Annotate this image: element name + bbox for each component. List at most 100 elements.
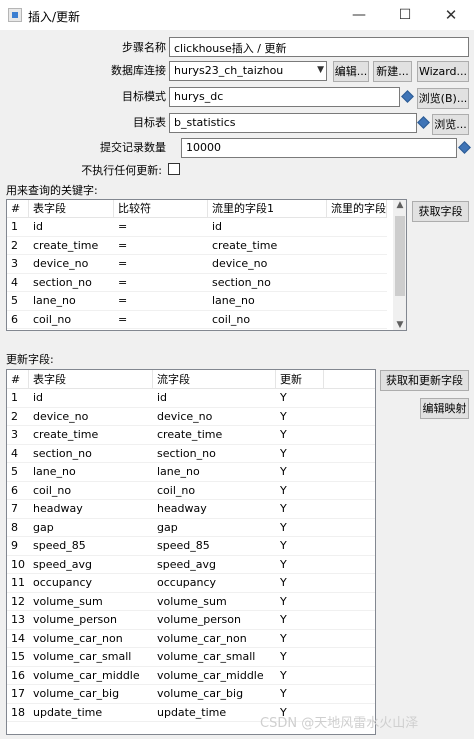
keys-row-cell[interactable]: device_no (208, 255, 327, 274)
update-row-cell[interactable]: update_time (29, 704, 153, 723)
keys-row-cell[interactable]: device_no (29, 255, 114, 274)
update-row-cell[interactable]: device_no (153, 408, 276, 427)
update-row-cell[interactable]: volume_car_non (153, 630, 276, 649)
update-row-cell[interactable]: Y (276, 574, 324, 593)
update-row-cell[interactable]: id (153, 389, 276, 408)
update-row-cell[interactable] (324, 482, 375, 501)
update-row-cell[interactable]: volume_car_small (29, 648, 153, 667)
update-row-cell[interactable]: Y (276, 463, 324, 482)
keys-row-cell[interactable] (327, 274, 387, 293)
update-row-cell[interactable]: Y (276, 500, 324, 519)
update-row-cell[interactable]: volume_sum (153, 593, 276, 612)
update-row-cell[interactable]: Y (276, 537, 324, 556)
target-schema-input[interactable]: hurys_dc (169, 87, 400, 107)
keys-row-cell[interactable]: id (208, 218, 327, 237)
update-row-cell[interactable]: speed_avg (29, 556, 153, 575)
update-row-cell[interactable]: Y (276, 389, 324, 408)
new-connection-button[interactable]: 新建... (373, 61, 412, 82)
keys-row-cell[interactable]: section_no (208, 274, 327, 293)
target-table-input[interactable]: b_statistics (169, 113, 417, 133)
update-row-cell[interactable] (324, 648, 375, 667)
update-row-cell[interactable]: volume_car_big (29, 685, 153, 704)
get-update-fields-button[interactable]: 获取和更新字段 (380, 370, 469, 391)
keys-row-header-4[interactable]: 流里的字段... (327, 200, 387, 218)
update-row-header-1[interactable]: 表字段 (29, 370, 153, 389)
update-row-cell[interactable]: headway (29, 500, 153, 519)
keys-row-cell[interactable] (327, 237, 387, 256)
update-row-cell[interactable] (324, 593, 375, 612)
update-row-cell[interactable]: Y (276, 611, 324, 630)
step-name-input[interactable]: clickhouse插入 / 更新 (169, 37, 469, 57)
keys-row-header-3[interactable]: 流里的字段1 (208, 200, 327, 218)
update-row-cell[interactable]: volume_car_middle (153, 667, 276, 686)
keys-row-cell[interactable]: = (114, 237, 208, 256)
keys-row-cell[interactable]: lane_no (208, 292, 327, 311)
update-row-cell[interactable]: speed_avg (153, 556, 276, 575)
keys-row-header-1[interactable]: 表字段 (29, 200, 114, 218)
scroll-up-icon[interactable]: ▲ (393, 200, 406, 210)
update-row-cell[interactable]: lane_no (29, 463, 153, 482)
update-row-cell[interactable]: Y (276, 408, 324, 427)
update-row-cell[interactable]: Y (276, 445, 324, 464)
scroll-down-icon[interactable]: ▼ (393, 320, 406, 330)
update-row-cell[interactable]: Y (276, 593, 324, 612)
update-row-cell[interactable]: Y (276, 426, 324, 445)
update-row-cell[interactable]: speed_85 (29, 537, 153, 556)
update-row-cell[interactable]: update_time (153, 704, 276, 723)
update-row-cell[interactable]: volume_sum (29, 593, 153, 612)
update-row-cell[interactable]: Y (276, 519, 324, 538)
update-row-cell[interactable] (324, 685, 375, 704)
wizard-button[interactable]: Wizard... (417, 61, 469, 82)
update-row-cell[interactable] (324, 426, 375, 445)
update-row-cell[interactable]: create_time (153, 426, 276, 445)
update-row-cell[interactable] (324, 389, 375, 408)
update-row-cell[interactable]: volume_person (153, 611, 276, 630)
keys-row-cell[interactable] (327, 311, 387, 330)
update-row-cell[interactable]: occupancy (29, 574, 153, 593)
update-row-cell[interactable]: occupancy (153, 574, 276, 593)
update-row-cell[interactable] (324, 463, 375, 482)
update-row-cell[interactable]: volume_car_small (153, 648, 276, 667)
commit-size-input[interactable]: 10000 (181, 138, 457, 158)
update-row-cell[interactable] (324, 408, 375, 427)
update-row-header-2[interactable]: 流字段 (153, 370, 276, 389)
update-row-cell[interactable]: volume_car_big (153, 685, 276, 704)
update-row-cell[interactable]: gap (29, 519, 153, 538)
edit-connection-button[interactable]: 编辑... (333, 61, 369, 82)
update-row-cell[interactable] (324, 630, 375, 649)
update-row-cell[interactable] (324, 537, 375, 556)
update-row-cell[interactable] (324, 611, 375, 630)
keys-row-cell[interactable] (327, 292, 387, 311)
update-row-cell[interactable]: lane_no (153, 463, 276, 482)
keys-row-cell[interactable]: = (114, 292, 208, 311)
update-row-cell[interactable]: coil_no (153, 482, 276, 501)
keys-row-cell[interactable]: id (29, 218, 114, 237)
browse-table-button[interactable]: 浏览... (432, 114, 469, 135)
maximize-button[interactable]: ☐ (382, 0, 428, 30)
close-button[interactable]: ✕ (428, 0, 474, 30)
update-row-cell[interactable]: section_no (153, 445, 276, 464)
update-row-cell[interactable]: Y (276, 667, 324, 686)
keys-scrollbar[interactable]: ▲ ▼ (393, 200, 406, 330)
update-row-header-3[interactable]: 更新 (276, 370, 324, 389)
update-row-cell[interactable]: speed_85 (153, 537, 276, 556)
update-row-cell[interactable]: Y (276, 648, 324, 667)
keys-row-header-2[interactable]: 比较符 (114, 200, 208, 218)
update-row-cell[interactable]: volume_car_middle (29, 667, 153, 686)
keys-row-cell[interactable]: create_time (29, 237, 114, 256)
db-connection-select[interactable]: hurys23_ch_taizhou ▼ (169, 61, 327, 81)
update-row-cell[interactable]: section_no (29, 445, 153, 464)
update-row-cell[interactable]: volume_car_non (29, 630, 153, 649)
keys-row-cell[interactable]: create_time (208, 237, 327, 256)
update-row-cell[interactable] (324, 556, 375, 575)
update-row-cell[interactable]: create_time (29, 426, 153, 445)
update-row-cell[interactable] (324, 445, 375, 464)
keys-row-cell[interactable]: coil_no (29, 311, 114, 330)
get-fields-button[interactable]: 获取字段 (412, 201, 469, 222)
update-row-cell[interactable] (324, 667, 375, 686)
update-row-cell[interactable]: Y (276, 685, 324, 704)
keys-row-cell[interactable] (327, 255, 387, 274)
keys-row-cell[interactable]: = (114, 218, 208, 237)
update-row-header-0[interactable]: # (7, 370, 29, 389)
update-row-cell[interactable]: Y (276, 630, 324, 649)
